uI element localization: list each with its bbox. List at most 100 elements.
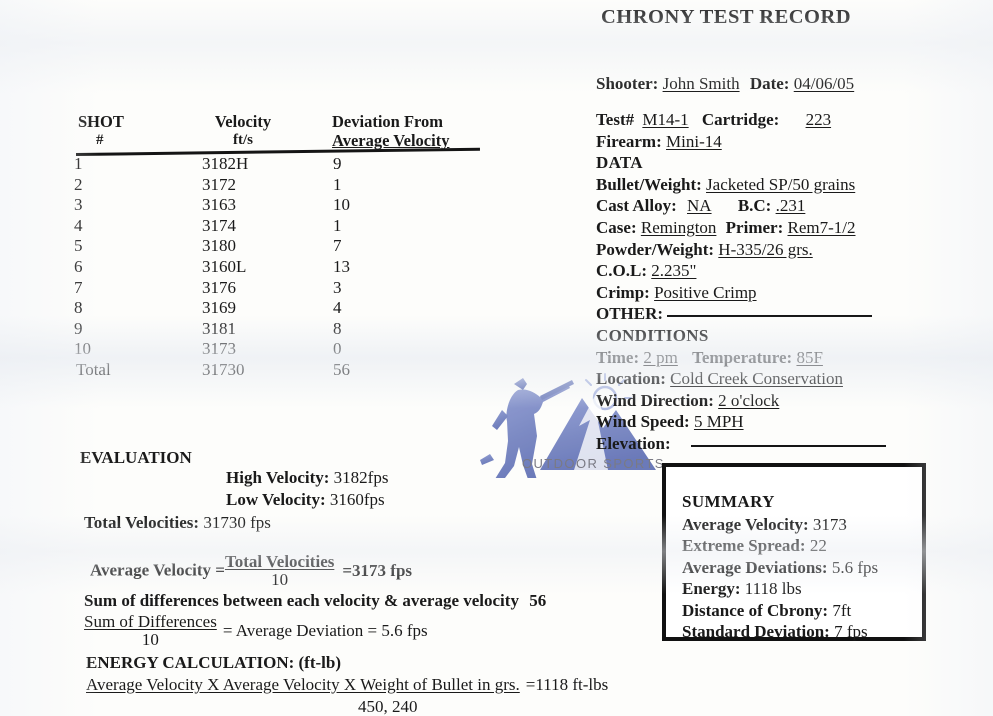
summary-distance-of-chrony-value: 7ft: [832, 600, 852, 620]
energy-calculation-heading: ENERGY CALCULATION: (ft-lb): [86, 653, 341, 672]
column-header-shot: SHOT: [78, 112, 124, 131]
shot-velocity: 3174: [202, 215, 236, 235]
bc-value: .231: [775, 196, 806, 216]
column-header-velocity: Velocity: [214, 112, 272, 131]
column-header-deviation-line2: Average Velocity: [332, 131, 450, 150]
wind-speed-value: 5 MPH: [693, 412, 744, 432]
summary-average-velocity-label: Average Velocity:: [682, 514, 809, 534]
case-label: Case:: [596, 217, 637, 237]
table-row: 10 3173 0: [74, 339, 474, 360]
total-velocities-label: Total Velocities:: [84, 513, 200, 532]
firearm-label: Firearm:: [596, 131, 662, 151]
crimp-line: Crimp: Positive Crimp: [596, 283, 988, 305]
average-deviation-formula: Sum of Differences 10 = Average Deviation …: [80, 613, 700, 653]
average-deviation-fraction: Sum of Differences 10: [84, 613, 217, 649]
test-details-block: Shooter: John Smith Date: 04/06/05 Test#…: [596, 74, 988, 456]
shot-velocity: 3172: [202, 174, 236, 194]
shot-number: 6: [74, 256, 83, 276]
total-velocities-value: 31730 fps: [203, 513, 271, 532]
cast-alloy-value: NA: [687, 196, 712, 216]
cast-alloy-bc-line: Cast Alloy: NA B.C: .231: [596, 196, 988, 218]
summary-energy-label: Energy:: [682, 579, 741, 598]
location-line: Location: Cold Creek Conservation: [596, 369, 988, 391]
shot-velocity: 3180: [202, 236, 236, 256]
bc-label: B.C:: [737, 196, 772, 216]
summary-average-deviations-value: 5.6 fps: [831, 557, 879, 577]
col-line: C.O.L: 2.235": [596, 261, 988, 283]
high-velocity-value: 3182fps: [333, 468, 389, 487]
test-cartridge-line: Test# M14-1 Cartridge: 223: [596, 110, 988, 132]
bullet-weight-value: Jacketed SP/50 grains: [706, 174, 856, 194]
case-primer-line: Case: Remington Primer: Rem7-1/2: [596, 218, 988, 240]
total-label: Total: [76, 359, 111, 379]
low-velocity-line: Low Velocity: 3160fps: [80, 490, 700, 513]
energy-calculation-formula: Average Velocity X Average Velocity X We…: [80, 675, 700, 697]
average-velocity-formula: Average Velocity = Total Velocities 10 =317…: [80, 553, 700, 591]
sum-of-differences-sentence: Sum of differences between each velocity…: [80, 591, 700, 613]
summary-distance-of-chrony-label: Distance of Cbrony:: [682, 600, 829, 620]
shot-velocity: 3160L: [202, 256, 247, 276]
low-velocity-label: Low Velocity:: [226, 490, 326, 509]
average-deviation-equals: = Average Deviation = 5.6 fps: [222, 620, 428, 640]
location-value: Cold Creek Conservation: [670, 369, 843, 389]
low-velocity-value: 3160fps: [329, 490, 385, 509]
shot-deviation: 3: [333, 277, 342, 297]
date-label: Date:: [749, 74, 790, 93]
test-number-label: Test#: [596, 110, 635, 129]
shot-deviation: 1: [333, 215, 342, 235]
table-row: 5 3180 7: [74, 236, 474, 257]
shot-number: 3: [74, 195, 83, 215]
evaluation-heading: EVALUATION: [80, 448, 192, 467]
average-deviation-numerator: Sum of Differences: [84, 612, 217, 631]
table-row: 9 3181 8: [74, 319, 474, 340]
conditions-section-heading: CONDITIONS: [596, 325, 709, 345]
page-title: CHRONY TEST RECORD: [601, 6, 852, 28]
shot-number: 9: [74, 318, 83, 338]
temperature-label: Temperature:: [692, 347, 793, 367]
column-header-deviation-line1: Deviation From: [332, 112, 444, 131]
powder-weight-value: H-335/26 grs.: [718, 239, 813, 259]
other-label: OTHER:: [596, 304, 664, 324]
crimp-value: Positive Crimp: [654, 282, 757, 302]
shot-number: 1: [74, 154, 83, 173]
location-label: Location:: [596, 369, 666, 389]
powder-weight-label: Powder/Weight:: [596, 239, 715, 259]
summary-content: SUMMARY Average Velocity: 3173 Extreme S…: [666, 467, 922, 643]
shot-velocity: 3173: [202, 339, 236, 359]
shot-deviation: 4: [333, 298, 342, 318]
summary-title: SUMMARY: [682, 492, 775, 511]
test-number-value: M14-1: [642, 110, 689, 129]
col-label: C.O.L:: [596, 261, 647, 281]
other-blank-rule[interactable]: [667, 315, 873, 318]
shot-deviation: 0: [333, 339, 342, 359]
firearm-line: Firearm: Mini-14: [596, 132, 988, 154]
shot-velocity: 3163: [202, 195, 236, 215]
column-header-velocity-units: ft/s: [233, 132, 253, 148]
summary-row: Average Deviations: 5.6 fps: [682, 557, 922, 579]
summary-energy-value: 1118 lbs: [744, 579, 802, 598]
table-row: 1 3182H 9: [74, 154, 474, 175]
wind-direction-value: 2 o'clock: [718, 390, 780, 410]
primer-label: Primer:: [725, 217, 784, 237]
shot-number: 8: [74, 298, 83, 318]
primer-value: Rem7-1/2: [787, 217, 856, 237]
energy-denominator: 450, 240: [358, 697, 418, 716]
table-row: 6 3160L 13: [74, 257, 474, 278]
shot-number: 7: [74, 277, 83, 297]
wind-direction-label: Wind Direction:: [596, 390, 714, 410]
elevation-blank-rule[interactable]: [690, 444, 886, 447]
time-label: Time:: [596, 347, 640, 367]
summary-row: Distance of Cbrony: 7ft: [682, 600, 922, 622]
summary-box: SUMMARY Average Velocity: 3173 Extreme S…: [662, 463, 926, 641]
shot-deviation: 13: [333, 256, 350, 276]
shot-velocity: 3182H: [202, 154, 249, 173]
cartridge-value: 223: [805, 110, 832, 129]
sum-differences-value: 56: [529, 591, 547, 610]
summary-extreme-spread-value: 22: [809, 536, 827, 555]
bullet-weight-label: Bullet/Weight:: [596, 174, 702, 194]
summary-row: Average Velocity: 3173: [682, 514, 922, 536]
energy-result: =1118 ft-lbs: [525, 675, 609, 694]
energy-numerator: Average Velocity X Average Velocity X We…: [86, 675, 520, 694]
date-value: 04/06/05: [793, 74, 855, 93]
chrony-test-record-page: CHRONY TEST RECORD OUTDOOR SPORTS SHOT #…: [0, 0, 993, 716]
